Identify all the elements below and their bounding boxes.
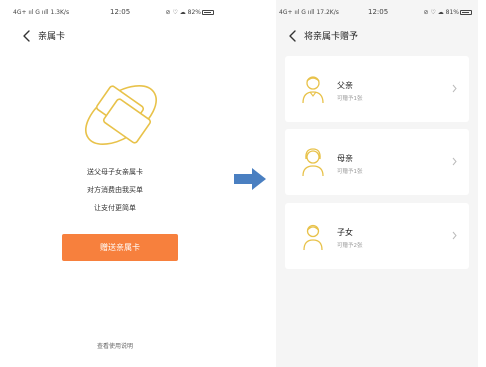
network-status: 4G+ ııl G ııll 17.2K/s xyxy=(279,9,339,16)
system-icons: ⊘ ♡ ☁ 81% xyxy=(424,9,472,16)
recipient-card-children[interactable]: 子女 可赠予2张 xyxy=(285,203,469,269)
battery-icon xyxy=(460,10,472,15)
nav-bar: 将亲属卡赠予 xyxy=(276,22,478,48)
recipient-card-mother[interactable]: 母亲 可赠予1张 xyxy=(285,129,469,195)
recipient-name: 父亲 xyxy=(337,81,353,90)
nav-bar: 亲属卡 xyxy=(10,22,220,48)
usage-instructions-link[interactable]: 查看使用说明 xyxy=(10,341,220,350)
status-time: 12:05 xyxy=(368,8,389,16)
recipient-name: 母亲 xyxy=(337,154,353,163)
system-icons: ⊘ ♡ ☁ 82% xyxy=(166,9,214,16)
battery-status: ⊘ ♡ ☁ 82% xyxy=(165,9,201,16)
gift-family-card-button[interactable]: 赠送亲属卡 xyxy=(62,234,178,261)
back-arrow-icon[interactable] xyxy=(22,30,32,42)
chevron-right-icon xyxy=(452,157,457,166)
status-bar: 4G+ ııl G ııll 17.2K/s 12:05 ⊘ ♡ ☁ 81% xyxy=(276,0,478,22)
status-bar: 4G+ ııl G ııll 1.3K/s 12:05 ⊘ ♡ ☁ 82% xyxy=(10,0,220,22)
flow-arrow-icon xyxy=(234,168,266,190)
family-card-illustration-icon xyxy=(85,85,157,145)
recipient-card-father[interactable]: 父亲 可赠予1张 xyxy=(285,56,469,122)
choose-recipient-screen: 4G+ ııl G ııll 17.2K/s 12:05 ⊘ ♡ ☁ 81% 将… xyxy=(276,0,478,367)
network-status: 4G+ ııl G ııll 1.3K/s xyxy=(13,9,70,16)
recipient-quota: 可赠予2张 xyxy=(337,243,363,249)
recipient-name: 子女 xyxy=(337,228,353,237)
child-avatar-icon xyxy=(303,224,323,251)
back-arrow-icon[interactable] xyxy=(288,30,298,42)
page-title: 亲属卡 xyxy=(38,32,66,42)
promo-line: 对方消费由我买单 xyxy=(87,186,143,194)
mother-avatar-icon xyxy=(302,148,324,177)
recipient-quota: 可赠予1张 xyxy=(337,169,363,175)
status-time: 12:05 xyxy=(110,8,131,16)
page-title: 将亲属卡赠予 xyxy=(304,32,359,42)
chevron-right-icon xyxy=(452,84,457,93)
battery-status: ⊘ ♡ ☁ 81% xyxy=(423,9,459,16)
family-card-intro-screen: 4G+ ııl G ııll 1.3K/s 12:05 ⊘ ♡ ☁ 82% 亲属… xyxy=(10,0,220,367)
promo-line: 送父母子女亲属卡 xyxy=(87,168,143,176)
battery-icon xyxy=(202,10,214,15)
promo-line: 让支付更简单 xyxy=(94,204,136,212)
father-avatar-icon xyxy=(302,76,324,104)
recipient-quota: 可赠予1张 xyxy=(337,96,363,102)
chevron-right-icon xyxy=(452,231,457,240)
